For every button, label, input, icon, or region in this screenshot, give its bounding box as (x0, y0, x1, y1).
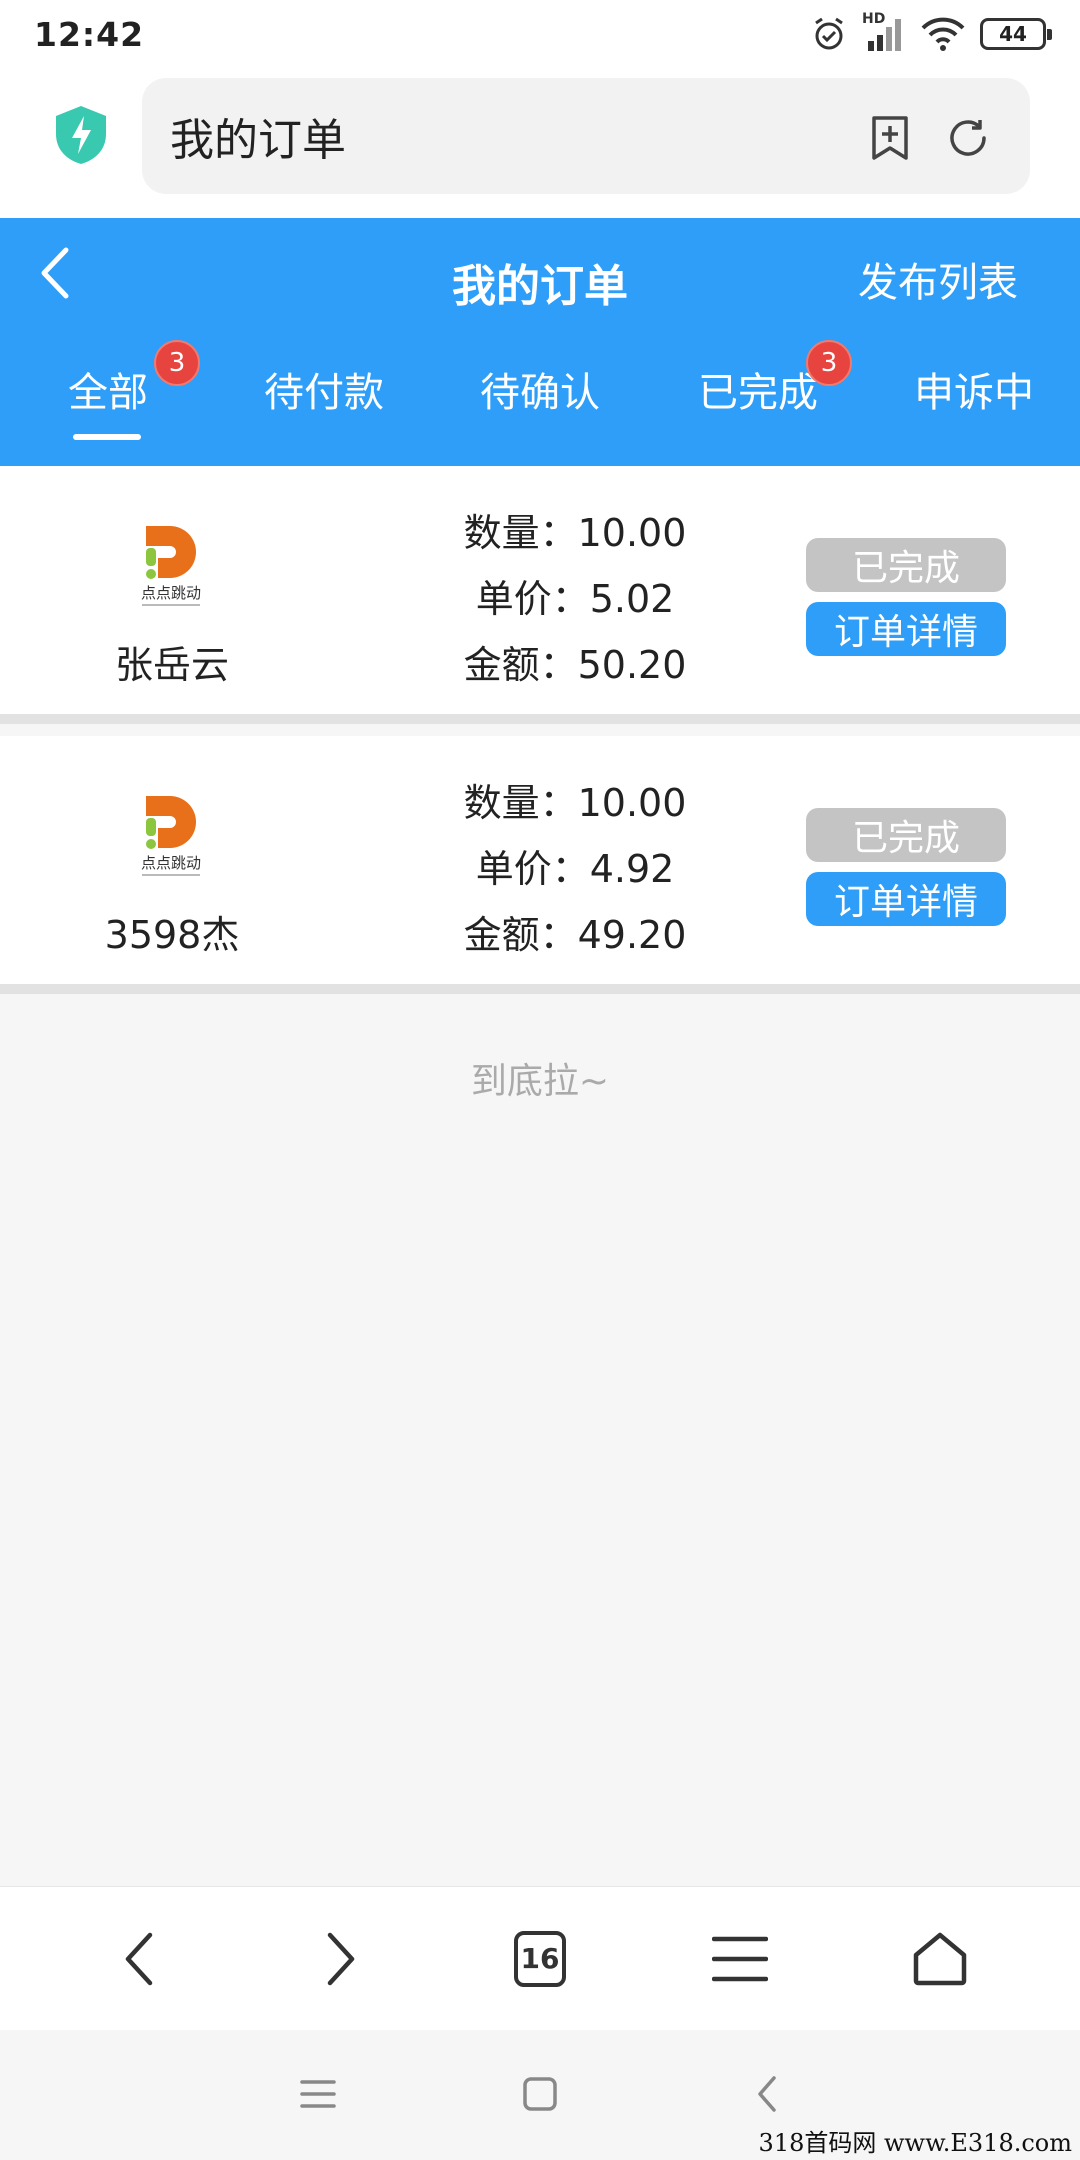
url-text: 我的订单 (170, 115, 346, 166)
tab-all[interactable]: 全部 3 (36, 340, 200, 466)
nav-forward-icon[interactable] (304, 1923, 376, 1995)
system-home-icon[interactable] (518, 2072, 562, 2116)
order-detail-button[interactable]: 订单详情 (806, 602, 1006, 656)
network-type: HD (862, 11, 886, 27)
tab-completed-label: 已完成 (698, 370, 818, 416)
page-header: 我的订单 发布列表 全部 3 待付款 待确认 已完成 3 申诉中 (0, 218, 1080, 466)
publish-list-link[interactable]: 发布列表 (858, 250, 1018, 308)
tab-completed-badge: 3 (806, 340, 852, 386)
browser-address-bar: 我的订单 (0, 68, 1080, 218)
logo-text: 点点跳动 (141, 855, 201, 872)
order-username: 张岳云 (114, 643, 229, 687)
bookmark-add-icon[interactable] (866, 114, 914, 162)
signal-icon: HD (862, 11, 906, 53)
battery-icon: 44 (980, 18, 1052, 50)
recent-apps-icon[interactable] (296, 2072, 340, 2116)
order-amount: 金额：50.20 (463, 643, 687, 687)
order-card: 点点跳动 3598杰 数量：10.00 单价：4.92 金额：49.20 已完成… (0, 736, 1080, 994)
tab-pending-payment[interactable]: 待付款 (246, 348, 402, 466)
tab-pending-confirm-label: 待确认 (480, 370, 600, 416)
battery-level: 44 (999, 22, 1027, 46)
order-quantity: 数量：10.00 (463, 511, 687, 555)
status-icons: HD 44 (810, 11, 1052, 53)
tab-completed[interactable]: 已完成 3 (680, 340, 852, 466)
status-time: 12:42 (34, 14, 145, 54)
refresh-icon[interactable] (944, 114, 992, 162)
order-info: 数量：10.00 单价：5.02 金额：50.20 (420, 500, 730, 698)
order-tabs: 全部 3 待付款 待确认 已完成 3 申诉中 (0, 340, 1080, 466)
order-detail-button[interactable]: 订单详情 (806, 872, 1006, 926)
order-status-button[interactable]: 已完成 (806, 538, 1006, 592)
watermark-text: 318首码网 www.E318.com (758, 2129, 1072, 2157)
order-unit-price: 单价：5.02 (475, 577, 675, 621)
order-username: 3598杰 (104, 913, 240, 957)
active-tab-indicator (73, 434, 141, 440)
home-icon[interactable] (904, 1923, 976, 1995)
wifi-icon (921, 17, 965, 51)
tab-all-badge: 3 (154, 340, 200, 386)
tabs-button[interactable]: 16 (504, 1923, 576, 1995)
order-card: 点点跳动 张岳云 数量：10.00 单价：5.02 金额：50.20 已完成 订… (0, 466, 1080, 724)
order-status-button[interactable]: 已完成 (806, 808, 1006, 862)
order-quantity: 数量：10.00 (463, 781, 687, 825)
security-shield-icon[interactable] (52, 104, 110, 166)
order-info: 数量：10.00 单价：4.92 金额：49.20 (420, 770, 730, 968)
app-logo: 点点跳动 (141, 796, 201, 876)
menu-icon[interactable] (704, 1923, 776, 1995)
status-bar: 12:42 HD 44 (0, 0, 1080, 68)
system-nav-bar: 318首码网 www.E318.com (0, 2030, 1080, 2160)
alarm-icon (815, 17, 843, 50)
list-end-text: 到底拉~ (470, 1061, 610, 1102)
app-logo: 点点跳动 (141, 526, 201, 606)
browser-bottom-nav: 16 (0, 1886, 1080, 2030)
tab-count: 16 (514, 1930, 566, 1987)
tab-all-label: 全部 (68, 370, 148, 416)
logo-text: 点点跳动 (141, 585, 201, 602)
tab-appealing-label: 申诉中 (914, 370, 1034, 416)
nav-back-icon[interactable] (104, 1923, 176, 1995)
tab-pending-confirm[interactable]: 待确认 (462, 348, 618, 466)
tab-pending-payment-label: 待付款 (264, 370, 384, 416)
order-unit-price: 单价：4.92 (475, 847, 675, 891)
system-back-icon[interactable] (746, 2072, 790, 2116)
url-box[interactable]: 我的订单 (142, 78, 1030, 194)
tab-appealing[interactable]: 申诉中 (896, 348, 1052, 466)
order-amount: 金额：49.20 (463, 913, 687, 957)
